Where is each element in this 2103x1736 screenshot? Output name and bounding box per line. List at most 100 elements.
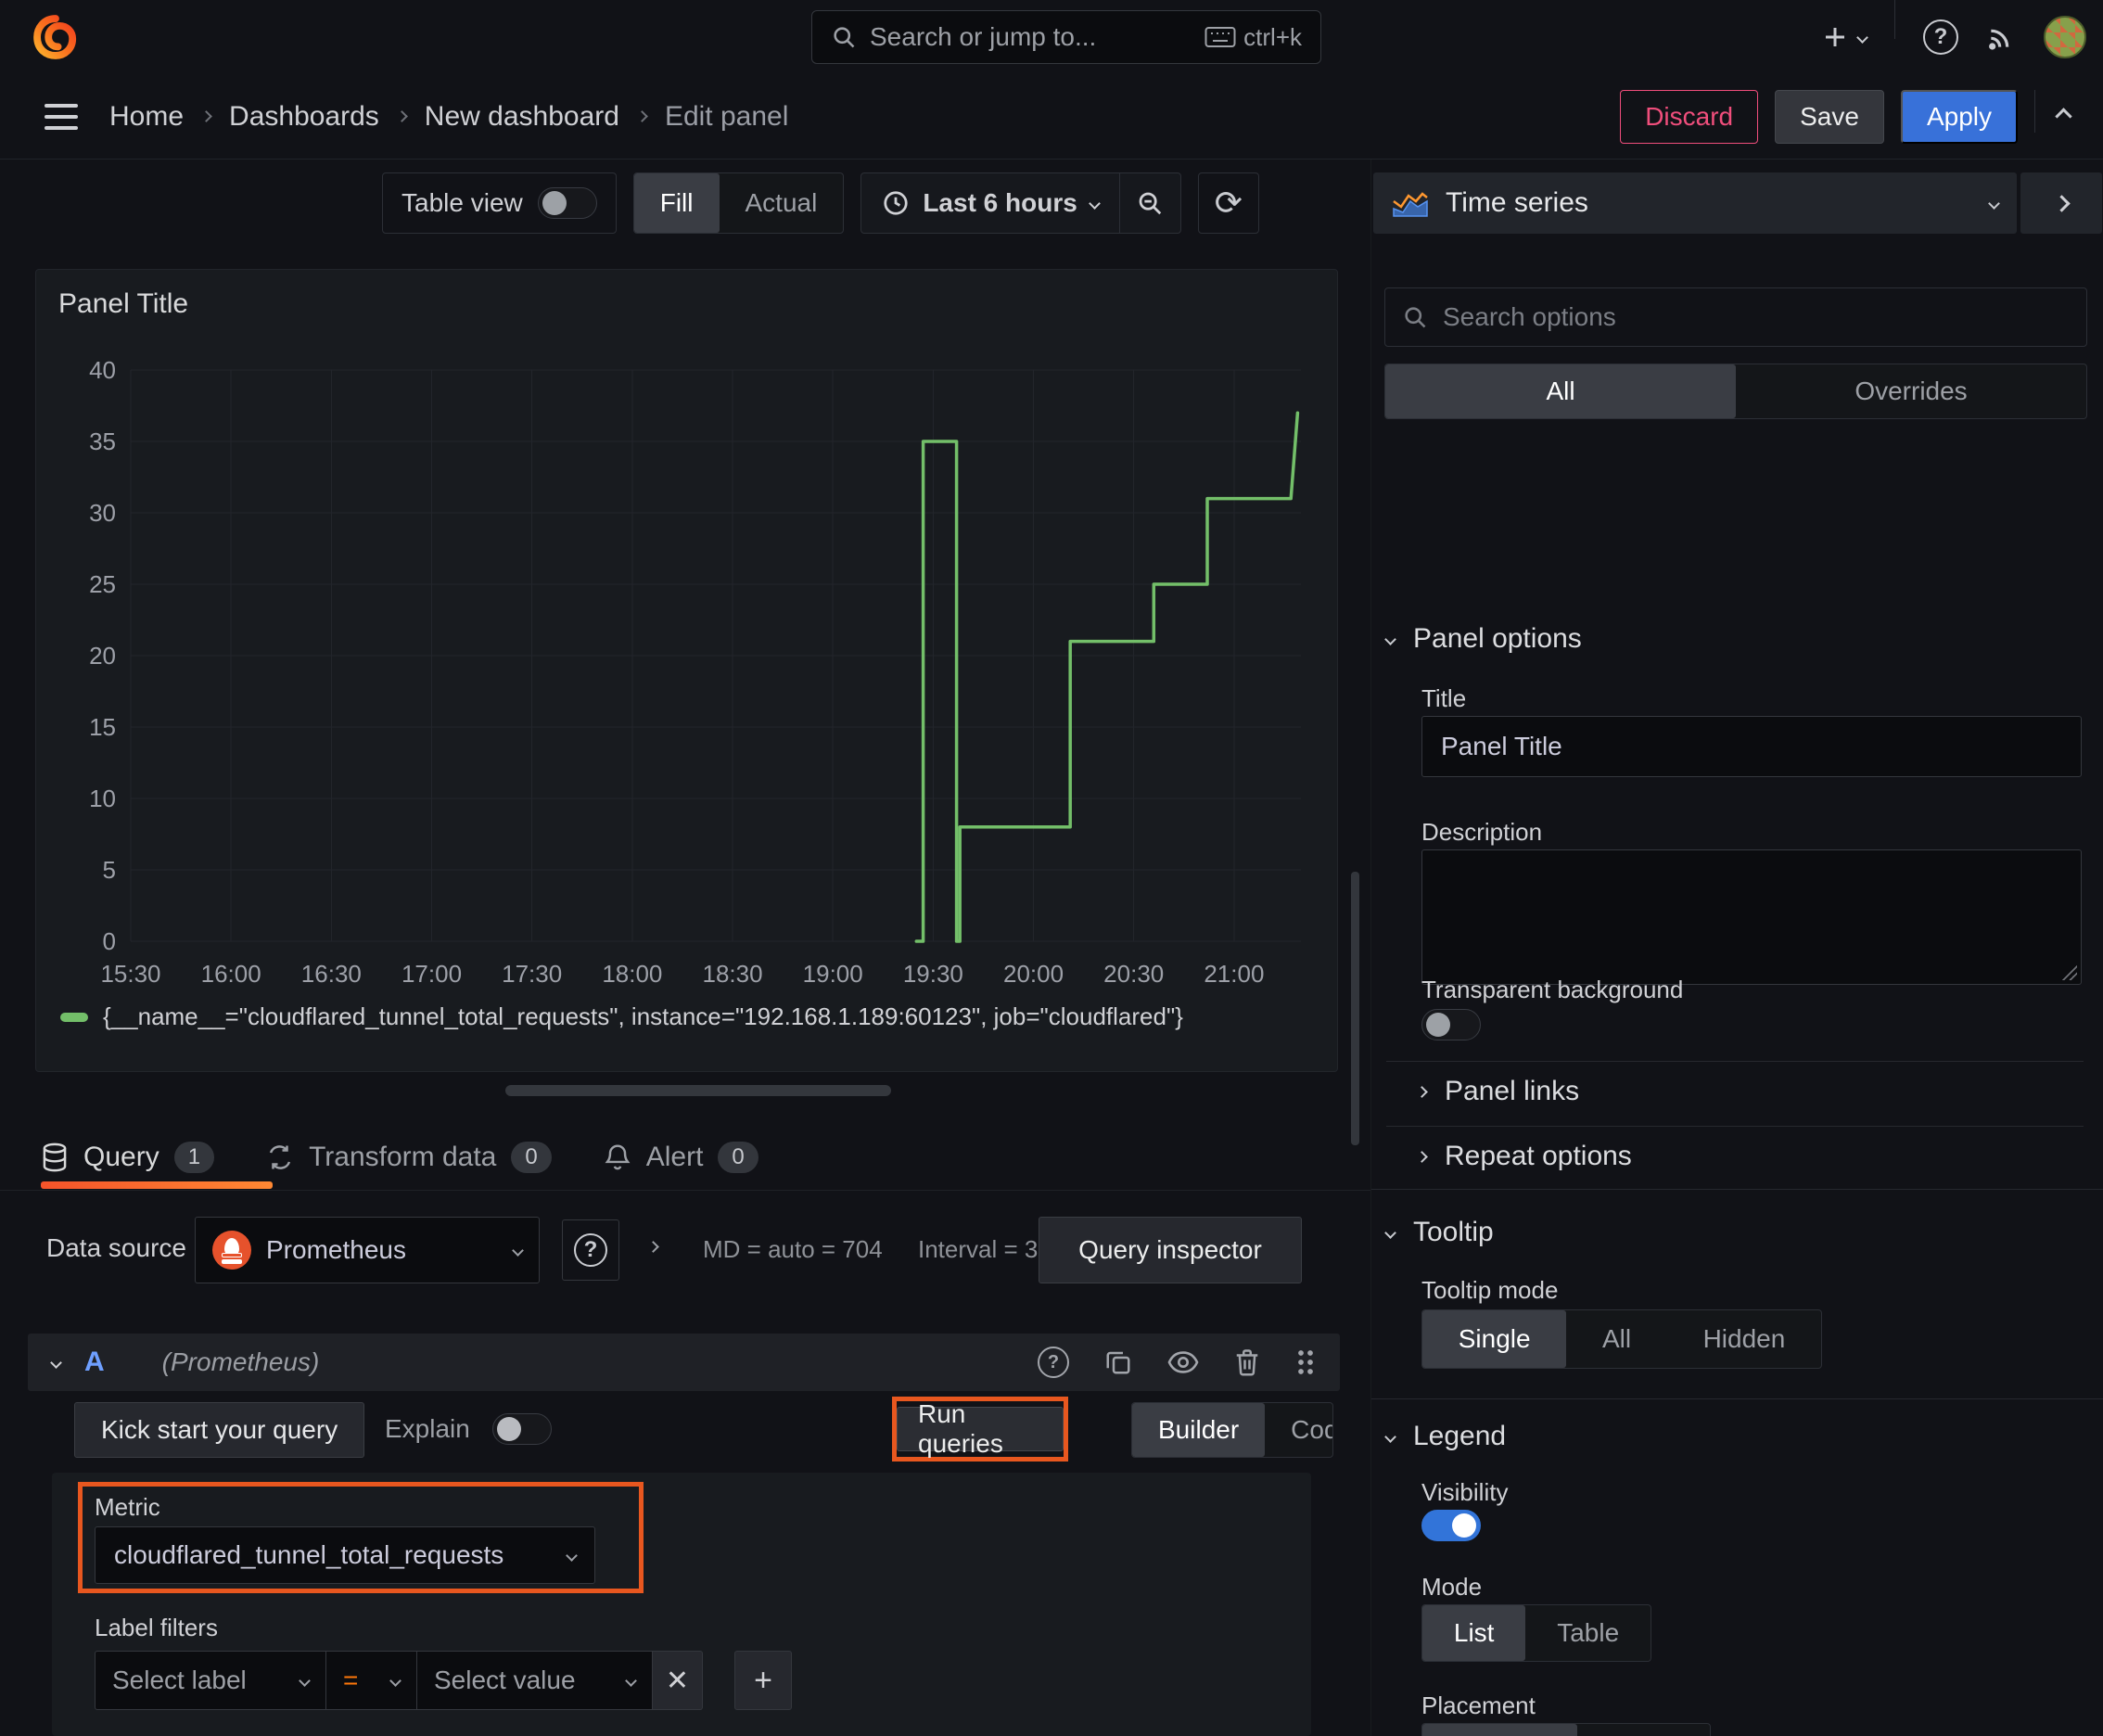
resize-grip-icon[interactable]: [2060, 964, 2077, 980]
delete-query-trash-icon[interactable]: [1234, 1348, 1260, 1376]
max-datapoints-stat: MD = auto = 704: [703, 1235, 883, 1263]
option-table[interactable]: Table: [1525, 1605, 1651, 1661]
panel-links-section[interactable]: Panel links: [1416, 1076, 1579, 1107]
search-options-input[interactable]: Search options: [1384, 287, 2087, 347]
panel-options-header[interactable]: Panel options: [1384, 623, 1582, 655]
global-search-input[interactable]: Search or jump to... ctrl+k: [811, 10, 1321, 64]
tab-alert[interactable]: Alert 0: [604, 1124, 758, 1190]
panel-actions: Discard Save Apply: [1620, 89, 2072, 144]
apply-button[interactable]: Apply: [1900, 89, 2018, 144]
expand-stats-icon[interactable]: [647, 1241, 659, 1253]
search-icon: [834, 27, 855, 48]
option-code[interactable]: Code: [1265, 1403, 1332, 1457]
legend-visibility-toggle[interactable]: [1421, 1510, 1481, 1541]
toggle-options-pane-button[interactable]: [2020, 172, 2102, 234]
new-menu-button[interactable]: [1821, 23, 1868, 51]
time-series-chart[interactable]: 0 5 10 15 20 25 30 35 40 15:30 16:00 16:30 17:00 17:3…: [45, 342, 1316, 991]
option-actual[interactable]: Actual: [720, 173, 844, 233]
x-axis-tick: 19:30: [903, 960, 963, 988]
tooltip-header[interactable]: Tooltip: [1384, 1217, 1494, 1248]
option-overrides[interactable]: Overrides: [1736, 364, 2086, 418]
collapse-header-icon[interactable]: [2055, 108, 2072, 125]
query-row-header[interactable]: A (Prometheus) ?: [28, 1334, 1340, 1391]
repeat-options-section[interactable]: Repeat options: [1416, 1141, 1632, 1172]
refresh-button[interactable]: ⟳: [1197, 172, 1259, 234]
operator-value: =: [343, 1666, 359, 1694]
option-single[interactable]: Single: [1422, 1310, 1567, 1368]
collapse-query-icon[interactable]: [50, 1356, 62, 1369]
datasource-picker[interactable]: Prometheus: [195, 1217, 540, 1283]
database-icon: [43, 1142, 67, 1171]
user-avatar[interactable]: [2044, 16, 2086, 58]
transform-icon: [269, 1144, 291, 1169]
option-bottom[interactable]: Bottom: [1422, 1724, 1577, 1736]
option-fill[interactable]: Fill: [633, 173, 720, 233]
y-axis-tick: 25: [89, 570, 116, 598]
table-view-toggle[interactable]: [537, 187, 597, 219]
duplicate-query-icon[interactable]: [1104, 1348, 1132, 1376]
visualization-picker[interactable]: Time series: [1373, 172, 2017, 234]
breadcrumb-item[interactable]: Home: [109, 101, 184, 133]
description-textarea[interactable]: [1421, 849, 2082, 985]
query-inspector-button[interactable]: Query inspector: [1039, 1217, 1302, 1283]
select-value-dropdown[interactable]: Select value: [417, 1651, 653, 1710]
breadcrumb-item[interactable]: Dashboards: [229, 101, 379, 133]
x-axis-tick: 21:00: [1204, 960, 1264, 988]
x-axis-tick: 19:00: [803, 960, 863, 988]
scrollbar[interactable]: [1351, 872, 1359, 1145]
option-list[interactable]: List: [1422, 1605, 1526, 1661]
query-help-button[interactable]: ?: [1038, 1347, 1069, 1378]
remove-filter-button[interactable]: ✕: [653, 1651, 703, 1710]
select-label-dropdown[interactable]: Select label: [95, 1651, 326, 1710]
metric-select[interactable]: cloudflared_tunnel_total_requests: [95, 1526, 595, 1584]
panel-title-input[interactable]: Panel Title: [1421, 716, 2082, 777]
chevron-down-icon: [625, 1674, 637, 1687]
run-queries-button[interactable]: Run queries: [897, 1399, 1064, 1458]
transparent-background-toggle[interactable]: [1421, 1009, 1481, 1040]
menu-toggle-button[interactable]: [45, 103, 78, 130]
grafana-logo-icon[interactable]: [32, 13, 80, 61]
legend-header[interactable]: Legend: [1384, 1421, 1506, 1452]
series-color-icon[interactable]: [60, 1012, 88, 1022]
drag-query-grip-icon[interactable]: [1295, 1348, 1316, 1376]
grafana-edit-panel-page: Search or jump to... ctrl+k ? Home Dashbo…: [0, 0, 2103, 1736]
hide-query-eye-icon[interactable]: [1167, 1348, 1199, 1376]
option-builder[interactable]: Builder: [1132, 1403, 1266, 1457]
breadcrumb-item[interactable]: Edit panel: [665, 101, 788, 133]
save-button[interactable]: Save: [1775, 89, 1884, 144]
tab-query[interactable]: Query 1: [41, 1124, 215, 1190]
news-rss-icon[interactable]: [1986, 22, 2016, 52]
option-hidden[interactable]: Hidden: [1667, 1310, 1821, 1368]
x-axis-tick: 18:00: [602, 960, 662, 988]
divider: [1386, 1126, 2084, 1127]
discard-button[interactable]: Discard: [1620, 89, 1759, 144]
option-all[interactable]: All: [1385, 364, 1736, 418]
search-placeholder: Search or jump to...: [870, 22, 1097, 51]
chevron-down-icon: [1856, 31, 1868, 44]
breadcrumb-item[interactable]: New dashboard: [425, 101, 619, 133]
time-range-button[interactable]: Last 6 hours: [861, 173, 1118, 233]
bell-icon: [605, 1143, 631, 1169]
options-pane: Time series Search options All Overrides …: [1351, 160, 2103, 1736]
explain-toggle[interactable]: [491, 1413, 552, 1445]
add-filter-button[interactable]: +: [734, 1651, 792, 1710]
chevron-down-icon: [512, 1244, 524, 1257]
option-all[interactable]: All: [1566, 1310, 1667, 1368]
help-button[interactable]: ?: [1923, 19, 1958, 55]
tab-transform-data[interactable]: Transform data 0: [266, 1124, 552, 1190]
kick-start-query-button[interactable]: Kick start your query: [74, 1402, 365, 1458]
chevron-down-icon: [299, 1674, 311, 1687]
x-axis-tick: 17:00: [401, 960, 462, 988]
operator-dropdown[interactable]: =: [326, 1651, 417, 1710]
all-overrides-switch: All Overrides: [1384, 364, 2087, 419]
resize-drag-handle[interactable]: [505, 1085, 891, 1096]
zoom-out-button[interactable]: [1118, 173, 1180, 233]
visibility-label: Visibility: [1421, 1478, 1509, 1506]
series-legend-label[interactable]: {__name__="cloudflared_tunnel_total_requ…: [103, 1002, 1183, 1031]
option-right[interactable]: Right: [1577, 1724, 1710, 1736]
datasource-row: Data source Prometheus ? MD = auto = 704…: [0, 1217, 1370, 1283]
panel-title[interactable]: Panel Title: [58, 288, 188, 320]
datasource-help-button[interactable]: ?: [562, 1219, 619, 1281]
chevron-right-icon: [2052, 194, 2071, 212]
breadcrumb: Home Dashboards New dashboard Edit panel: [109, 101, 788, 133]
